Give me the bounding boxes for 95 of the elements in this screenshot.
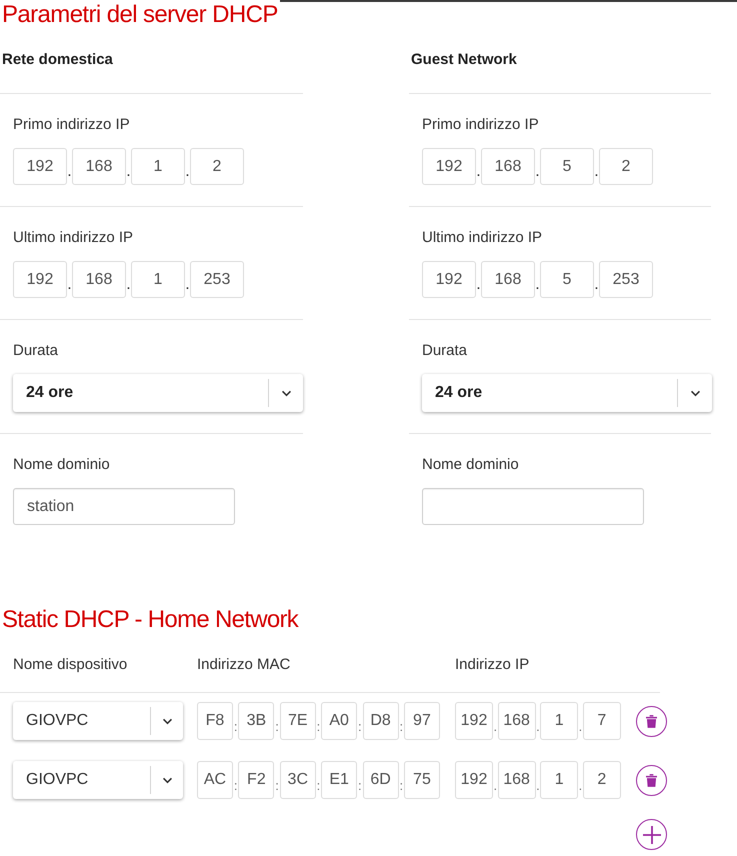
ip-octet-field[interactable]: 2 <box>582 761 621 799</box>
octet-separator: . <box>594 163 599 181</box>
mac-separator: : <box>357 718 363 736</box>
chevron-icon <box>281 390 292 396</box>
octet-separator: . <box>493 718 498 736</box>
octet-separator: . <box>126 163 131 181</box>
field-label: Primo indirizzo IP <box>13 116 130 134</box>
ip-octet-field[interactable]: 5 <box>540 261 594 298</box>
mac-octet-field[interactable]: 6D <box>362 761 399 799</box>
ip-octet-field[interactable]: 192 <box>422 261 476 298</box>
ip-octet-field[interactable]: 1 <box>540 702 578 740</box>
section-heading: Guest Network <box>411 51 517 68</box>
ip-octet-field[interactable]: 168 <box>481 148 535 185</box>
mac-octet-field[interactable]: D8 <box>362 702 399 740</box>
ip-octet-field[interactable]: 192 <box>455 761 493 799</box>
ip-octet-field[interactable]: 168 <box>498 761 536 799</box>
ip-octet-field[interactable]: 168 <box>72 148 126 185</box>
ip-octet-field[interactable]: 1 <box>131 261 185 298</box>
ip-octet-field[interactable]: 192 <box>455 702 493 740</box>
octet-separator: . <box>594 276 599 294</box>
chevron-icon <box>690 390 701 396</box>
field-label: Durata <box>422 342 468 360</box>
octet-separator: . <box>67 276 72 294</box>
ip-octet-field[interactable]: 192 <box>13 261 67 298</box>
mac-separator: : <box>398 777 404 795</box>
field-label: Primo indirizzo IP <box>422 116 539 134</box>
octet-separator: . <box>535 276 540 294</box>
octet-separator: . <box>126 276 131 294</box>
mac-separator: : <box>316 718 322 736</box>
ip-octet-field[interactable]: 2 <box>599 148 653 185</box>
mac-separator: : <box>398 718 404 736</box>
delete-button[interactable] <box>636 764 667 796</box>
mac-octet-field[interactable]: 75 <box>404 761 440 799</box>
ip-octet-field[interactable]: 168 <box>498 702 536 740</box>
ip-octet-field[interactable]: 7 <box>582 702 621 740</box>
ip-octet-field[interactable]: 2 <box>190 148 244 185</box>
octet-separator: . <box>535 163 540 181</box>
mac-separator: : <box>274 718 280 736</box>
field-label: Ultimo indirizzo IP <box>13 229 134 247</box>
octet-separator: . <box>578 718 583 736</box>
ip-octet-field[interactable]: 253 <box>599 261 653 298</box>
octet-separator: . <box>536 777 540 795</box>
trash-icon <box>646 774 657 786</box>
mac-octet-field[interactable]: 3C <box>280 761 316 799</box>
octet-separator: . <box>493 777 498 795</box>
field-label: Ultimo indirizzo IP <box>422 229 542 247</box>
add-button[interactable] <box>636 819 667 850</box>
mac-octet-field[interactable]: F2 <box>238 761 274 799</box>
chevron-icon <box>162 776 173 784</box>
column-header: Nome dispositivo <box>13 656 128 674</box>
trash-icon <box>646 714 657 728</box>
device-select[interactable]: GIOVPC <box>13 702 183 740</box>
domain-field[interactable] <box>422 488 644 525</box>
mac-separator: : <box>233 718 238 736</box>
section-title: Static DHCP - Home Network <box>1 607 298 633</box>
mac-octet-field[interactable]: 3B <box>238 702 274 740</box>
chevron-icon <box>162 718 173 724</box>
mac-octet-field[interactable]: F8 <box>197 702 233 740</box>
column-header: Indirizzo IP <box>455 656 530 674</box>
duration-select[interactable]: 24 ore <box>422 374 712 412</box>
ip-octet-field[interactable]: 253 <box>190 261 244 298</box>
plus-icon <box>642 826 660 844</box>
mac-octet-field[interactable]: 7E <box>280 702 316 740</box>
octet-separator: . <box>476 276 481 294</box>
duration-select[interactable]: 24 ore <box>13 374 303 412</box>
delete-button[interactable] <box>636 706 667 736</box>
mac-separator: : <box>233 777 238 795</box>
mac-octet-field[interactable]: A0 <box>321 702 358 740</box>
mac-separator: : <box>274 777 280 795</box>
field-label: Durata <box>13 342 58 360</box>
octet-separator: . <box>578 777 583 795</box>
octet-separator: . <box>67 163 72 181</box>
mac-octet-field[interactable]: AC <box>197 761 233 799</box>
mac-octet-field[interactable]: 97 <box>404 702 440 740</box>
octet-separator: . <box>185 276 190 294</box>
ip-octet-field[interactable]: 192 <box>422 148 476 185</box>
page-title: Parametri del server DHCP <box>1 2 278 28</box>
ip-octet-field[interactable]: 168 <box>72 261 126 298</box>
octet-separator: . <box>476 163 481 181</box>
mac-separator: : <box>357 777 363 795</box>
mac-separator: : <box>316 777 322 795</box>
domain-field[interactable]: station <box>13 488 235 525</box>
section-heading: Rete domestica <box>2 51 113 68</box>
ip-octet-field[interactable]: 168 <box>481 261 535 298</box>
ip-octet-field[interactable]: 192 <box>13 148 67 185</box>
field-label: Nome dominio <box>13 456 110 474</box>
device-select[interactable]: GIOVPC <box>13 761 183 799</box>
octet-separator: . <box>185 163 190 181</box>
mac-octet-field[interactable]: E1 <box>321 761 358 799</box>
ip-octet-field[interactable]: 1 <box>131 148 185 185</box>
ip-octet-field[interactable]: 5 <box>540 148 594 185</box>
ip-octet-field[interactable]: 1 <box>540 761 578 799</box>
column-header: Indirizzo MAC <box>197 656 290 674</box>
field-label: Nome dominio <box>422 456 519 474</box>
octet-separator: . <box>536 718 540 736</box>
